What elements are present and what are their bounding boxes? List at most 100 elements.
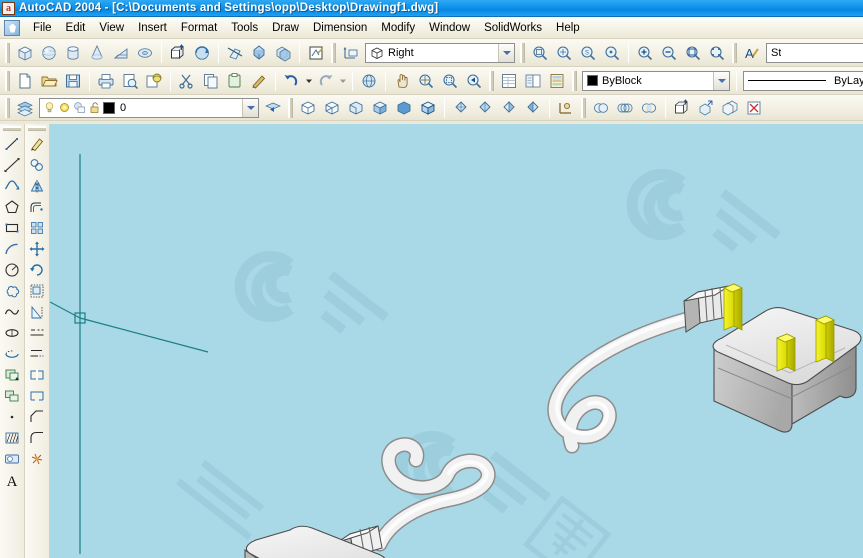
scale-icon[interactable] (26, 280, 49, 301)
slice-icon[interactable] (223, 41, 247, 64)
plot-preview-icon[interactable] (118, 69, 142, 92)
cone-icon[interactable] (85, 41, 109, 64)
menu-file[interactable]: File (26, 20, 59, 36)
redo-icon[interactable] (314, 69, 338, 92)
match-properties-icon[interactable] (247, 69, 271, 92)
region-icon[interactable] (1, 448, 24, 469)
polyline-icon[interactable] (1, 175, 24, 196)
ellipse-icon[interactable] (1, 322, 24, 343)
toolbar-grip-standard[interactable] (5, 70, 10, 91)
revision-cloud-icon[interactable] (1, 280, 24, 301)
lightbulb-on-icon[interactable] (43, 101, 56, 114)
freeze-viewport-icon[interactable] (73, 101, 86, 114)
copy-object-icon[interactable] (26, 154, 49, 175)
zoom-window-icon[interactable] (528, 41, 552, 64)
flat-shaded-icon[interactable] (368, 96, 392, 119)
rotate-icon[interactable] (26, 259, 49, 280)
zoom-scale-icon[interactable]: S (576, 41, 600, 64)
menu-insert[interactable]: Insert (131, 20, 174, 36)
delete-faces-icon[interactable] (742, 96, 766, 119)
ucs-face-icon[interactable] (497, 96, 521, 119)
menu-modify[interactable]: Modify (374, 20, 422, 36)
toolbar-grip-object-properties[interactable] (572, 70, 577, 91)
designcenter-icon[interactable] (521, 69, 545, 92)
torus-icon[interactable] (133, 41, 157, 64)
stretch-icon[interactable] (26, 301, 49, 322)
offset-faces-icon[interactable] (718, 96, 742, 119)
2d-wireframe-icon[interactable] (296, 96, 320, 119)
menu-window[interactable]: Window (422, 20, 477, 36)
menu-solidworks[interactable]: SolidWorks (477, 20, 549, 36)
point-icon[interactable] (1, 406, 24, 427)
mirror-icon[interactable] (26, 175, 49, 196)
toolbar-grip-solids[interactable] (5, 42, 10, 63)
toolbar-grip-solids-editing[interactable] (581, 97, 586, 118)
toolbar-grip-zoom[interactable] (520, 42, 525, 63)
publish-icon[interactable] (142, 69, 166, 92)
setup-drawing-icon[interactable] (304, 41, 328, 64)
ucs-manager-icon[interactable] (554, 96, 578, 119)
drawing-canvas[interactable] (50, 124, 863, 558)
model-plug-assembly[interactable] (50, 124, 863, 558)
ucs-previous-icon[interactable] (473, 96, 497, 119)
section-icon[interactable] (247, 41, 271, 64)
insert-block-icon[interactable] (1, 364, 24, 385)
toolbar-grip-layers[interactable] (5, 97, 10, 118)
plug-upper-right[interactable] (547, 283, 862, 454)
layer-manager-icon[interactable] (13, 96, 37, 119)
construction-line-icon[interactable] (1, 154, 24, 175)
layer-combo-arrow[interactable] (242, 98, 258, 117)
polygon-icon[interactable] (1, 196, 24, 217)
menu-help[interactable]: Help (549, 20, 587, 36)
wedge-icon[interactable] (109, 41, 133, 64)
view-combo-arrow[interactable] (498, 43, 514, 62)
break-at-point-icon[interactable] (26, 364, 49, 385)
make-block-icon[interactable] (1, 385, 24, 406)
modify-toolbar-grip[interactable] (28, 126, 46, 131)
spline-icon[interactable] (1, 301, 24, 322)
extrude-icon[interactable] (166, 41, 190, 64)
circle-icon[interactable] (1, 259, 24, 280)
hidden-icon[interactable] (344, 96, 368, 119)
cylinder-icon[interactable] (61, 41, 85, 64)
layer-combo[interactable]: 0 (39, 97, 259, 118)
zoom-all-icon[interactable] (681, 41, 705, 64)
new-file-icon[interactable] (13, 69, 37, 92)
menu-tools[interactable]: Tools (224, 20, 265, 36)
gouraud-shaded-icon[interactable] (392, 96, 416, 119)
draw-toolbar-grip[interactable] (3, 126, 21, 131)
view-combo[interactable]: Right (365, 42, 515, 63)
menu-dimension[interactable]: Dimension (306, 20, 374, 36)
interfere-icon[interactable] (271, 41, 295, 64)
zoom-realtime-icon[interactable] (414, 69, 438, 92)
pan-realtime-icon[interactable] (390, 69, 414, 92)
hatch-icon[interactable] (1, 427, 24, 448)
union-icon[interactable] (589, 96, 613, 119)
previous-layer-icon[interactable] (261, 96, 285, 119)
revolve-icon[interactable] (190, 41, 214, 64)
ucs-object-icon[interactable] (521, 96, 545, 119)
linetype-combo[interactable]: ByLayer (743, 70, 863, 91)
box-icon[interactable] (13, 41, 37, 64)
multiline-text-icon[interactable]: A (1, 469, 24, 490)
extrude-faces-icon[interactable] (670, 96, 694, 119)
redo-dropdown-arrow[interactable] (338, 69, 348, 92)
toolbar-grip-properties[interactable] (489, 70, 494, 91)
line-icon[interactable] (1, 133, 24, 154)
move-icon[interactable] (26, 238, 49, 259)
save-file-icon[interactable] (61, 69, 85, 92)
ucs-world-icon[interactable] (449, 96, 473, 119)
zoom-in-icon[interactable] (633, 41, 657, 64)
menu-draw[interactable]: Draw (265, 20, 306, 36)
toolbar-grip-shade[interactable] (288, 97, 293, 118)
zoom-out-icon[interactable] (657, 41, 681, 64)
3d-wireframe-icon[interactable] (320, 96, 344, 119)
paste-icon[interactable] (223, 69, 247, 92)
ucs-icon[interactable] (339, 41, 363, 64)
rectangle-icon[interactable] (1, 217, 24, 238)
toolbar-grip-styles[interactable] (732, 42, 737, 63)
plug-lower-left[interactable] (244, 437, 496, 558)
color-combo[interactable]: ByBlock (582, 70, 730, 91)
autocad-app-icon[interactable]: a (2, 1, 15, 15)
unlock-icon[interactable] (88, 101, 101, 114)
